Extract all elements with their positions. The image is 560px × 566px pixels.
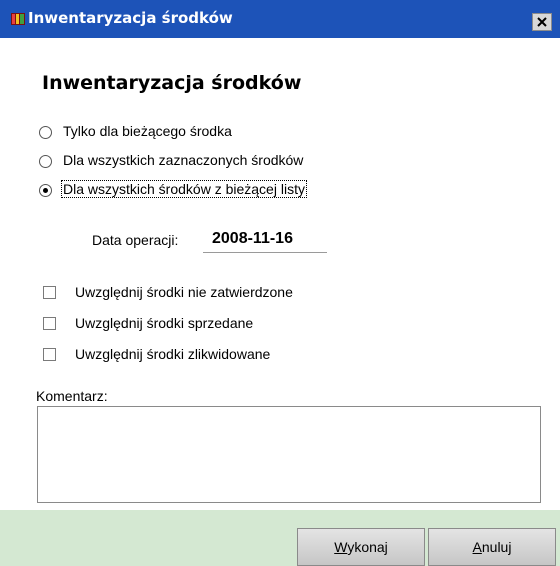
checkbox-label: Uwzględnij środki sprzedane [75, 315, 254, 331]
checkbox-label: Uwzględnij środki nie zatwierdzone [75, 284, 293, 300]
close-icon [537, 17, 547, 27]
execute-button[interactable]: Wykonaj [297, 528, 425, 566]
checkbox[interactable] [43, 348, 56, 361]
app-icon [11, 13, 25, 25]
dialog-heading: Inwentaryzacja środków [42, 72, 302, 94]
dialog-content: Inwentaryzacja środków Tylko dla bieżące… [0, 38, 560, 510]
execute-hotkey: W [334, 539, 348, 555]
cancel-label: nuluj [481, 539, 512, 555]
execute-label: ykonaj [347, 539, 388, 555]
checkbox[interactable] [43, 317, 56, 330]
date-value: 2008-11-16 [212, 230, 293, 247]
cancel-button[interactable]: Anuluj [428, 528, 556, 566]
comment-label: Komentarz: [36, 388, 108, 404]
date-field[interactable]: 2008-11-16 [203, 228, 327, 253]
radio-label: Dla wszystkich zaznaczonych środków [63, 152, 304, 168]
window-title: Inwentaryzacja środków [28, 9, 233, 27]
checkbox[interactable] [43, 286, 56, 299]
checkbox-label: Uwzględnij środki zlikwidowane [75, 346, 271, 362]
radio-button-selected[interactable] [39, 184, 52, 197]
radio-button[interactable] [39, 155, 52, 168]
date-label: Data operacji: [92, 232, 179, 248]
title-bar[interactable]: Inwentaryzacja środków [0, 0, 560, 38]
radio-button[interactable] [39, 126, 52, 139]
dialog-window: Inwentaryzacja środków Inwentaryzacja śr… [0, 0, 560, 566]
radio-label: Dla wszystkich środków z bieżącej listy [61, 180, 307, 198]
cancel-hotkey: A [472, 539, 482, 555]
comment-textarea[interactable] [37, 406, 541, 503]
close-button[interactable] [532, 13, 552, 31]
radio-label: Tylko dla bieżącego środka [63, 123, 232, 139]
radio-dot [43, 188, 48, 193]
